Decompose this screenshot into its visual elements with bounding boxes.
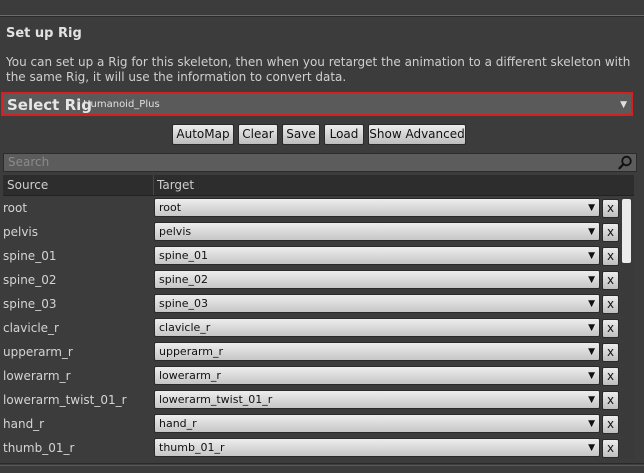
source-bone-name: lowerarm_twist_01_r [3, 393, 127, 407]
clear-mapping-button[interactable]: x [602, 223, 619, 242]
target-column-header: Target [157, 178, 195, 192]
clear-mapping-button[interactable]: x [602, 415, 619, 434]
search-input[interactable]: Search [3, 153, 637, 172]
section-description: You can set up a Rig for this skeleton, … [6, 55, 631, 84]
table-row: root root ▼ x [3, 197, 619, 221]
source-column-header: Source [7, 178, 49, 192]
source-bone-name: spine_03 [3, 297, 57, 311]
target-bone-name: spine_02 [159, 273, 209, 286]
source-bone-name: pelvis [3, 225, 39, 239]
clear-mapping-button[interactable]: x [602, 271, 619, 290]
clear-mapping-button[interactable]: x [602, 319, 619, 338]
clear-button[interactable]: Clear [238, 124, 278, 145]
rig-toolbar: AutoMap Clear Save Load Show Advanced [0, 124, 644, 145]
chevron-down-icon: ▼ [588, 203, 595, 213]
target-bone-dropdown[interactable]: lowerarm_twist_01_r ▼ [154, 390, 600, 409]
source-bone-name: spine_02 [3, 273, 57, 287]
table-row: lowerarm_r lowerarm_r ▼ x [3, 365, 619, 389]
target-bone-dropdown[interactable]: upperarm_r ▼ [154, 342, 600, 361]
target-bone-dropdown[interactable]: root ▼ [154, 198, 600, 217]
source-bone-name: lowerarm_r [3, 369, 71, 383]
search-icon[interactable] [618, 155, 633, 170]
table-row: hand_r hand_r ▼ x [3, 413, 619, 437]
clear-mapping-button[interactable]: x [602, 439, 619, 458]
top-separator-shadow [0, 16, 644, 17]
chevron-down-icon: ▼ [620, 100, 627, 110]
table-row: lowerarm_twist_01_r lowerarm_twist_01_r ▼ x [3, 389, 619, 413]
target-bone-dropdown[interactable]: hand_r ▼ [154, 414, 600, 433]
table-row: spine_01 spine_01 ▼ x [3, 245, 619, 269]
chevron-down-icon: ▼ [588, 395, 595, 405]
target-bone-name: hand_r [159, 417, 197, 430]
table-row: spine_02 spine_02 ▼ x [3, 269, 619, 293]
target-bone-dropdown[interactable]: clavicle_r ▼ [154, 318, 600, 337]
table-row: thumb_01_r thumb_01_r ▼ x [3, 437, 619, 461]
source-bone-name: clavicle_r [3, 321, 59, 335]
target-bone-dropdown[interactable]: spine_02 ▼ [154, 270, 600, 289]
load-button[interactable]: Load [324, 124, 364, 145]
target-bone-name: upperarm_r [159, 345, 224, 358]
target-bone-name: clavicle_r [159, 321, 211, 334]
source-bone-name: hand_r [3, 417, 45, 431]
column-divider[interactable] [153, 175, 154, 195]
target-bone-name: lowerarm_twist_01_r [159, 393, 273, 406]
target-bone-dropdown[interactable]: thumb_01_r ▼ [154, 438, 600, 457]
chevron-down-icon: ▼ [588, 443, 595, 453]
search-placeholder: Search [8, 155, 50, 169]
source-bone-name: root [3, 201, 28, 215]
target-bone-dropdown[interactable]: spine_03 ▼ [154, 294, 600, 313]
table-header: Source Target [3, 175, 634, 196]
target-bone-name: root [159, 201, 182, 214]
chevron-down-icon: ▼ [588, 323, 595, 333]
target-bone-name: lowerarm_r [159, 369, 221, 382]
target-bone-dropdown[interactable]: spine_01 ▼ [154, 246, 600, 265]
table-row: spine_03 spine_03 ▼ x [3, 293, 619, 317]
target-bone-name: spine_03 [159, 297, 209, 310]
target-bone-name: thumb_01_r [159, 441, 225, 454]
select-rig-value: Humanoid_Plus [83, 99, 160, 110]
source-bone-name: thumb_01_r [3, 441, 75, 455]
scrollbar-thumb[interactable] [622, 199, 631, 263]
clear-mapping-button[interactable]: x [602, 343, 619, 362]
chevron-down-icon: ▼ [588, 419, 595, 429]
automap-button[interactable]: AutoMap [172, 124, 234, 145]
clear-mapping-button[interactable]: x [602, 295, 619, 314]
table-row: upperarm_r upperarm_r ▼ x [3, 341, 619, 365]
chevron-down-icon: ▼ [588, 251, 595, 261]
show-advanced-button[interactable]: Show Advanced [368, 124, 466, 145]
target-bone-dropdown[interactable]: lowerarm_r ▼ [154, 366, 600, 385]
target-bone-name: spine_01 [159, 249, 209, 262]
clear-mapping-button[interactable]: x [602, 391, 619, 410]
chevron-down-icon: ▼ [588, 299, 595, 309]
save-button[interactable]: Save [282, 124, 320, 145]
clear-mapping-button[interactable]: x [602, 367, 619, 386]
bottom-separator [0, 463, 644, 464]
source-bone-name: spine_01 [3, 249, 57, 263]
chevron-down-icon: ▼ [588, 275, 595, 285]
select-rig-label: Select Rig [7, 96, 93, 114]
target-bone-dropdown[interactable]: pelvis ▼ [154, 222, 600, 241]
source-bone-name: upperarm_r [3, 345, 73, 359]
target-bone-name: pelvis [159, 225, 192, 238]
chevron-down-icon: ▼ [588, 371, 595, 381]
chevron-down-icon: ▼ [588, 347, 595, 357]
clear-mapping-button[interactable]: x [602, 247, 619, 266]
table-row: clavicle_r clavicle_r ▼ x [3, 317, 619, 341]
table-row: pelvis pelvis ▼ x [3, 221, 619, 245]
bottom-separator-highlight [0, 465, 644, 466]
section-title: Set up Rig [6, 26, 82, 41]
select-rig-combo[interactable]: Select Rig Humanoid_Plus ▼ [1, 92, 633, 116]
chevron-down-icon: ▼ [588, 227, 595, 237]
clear-mapping-button[interactable]: x [602, 199, 619, 218]
